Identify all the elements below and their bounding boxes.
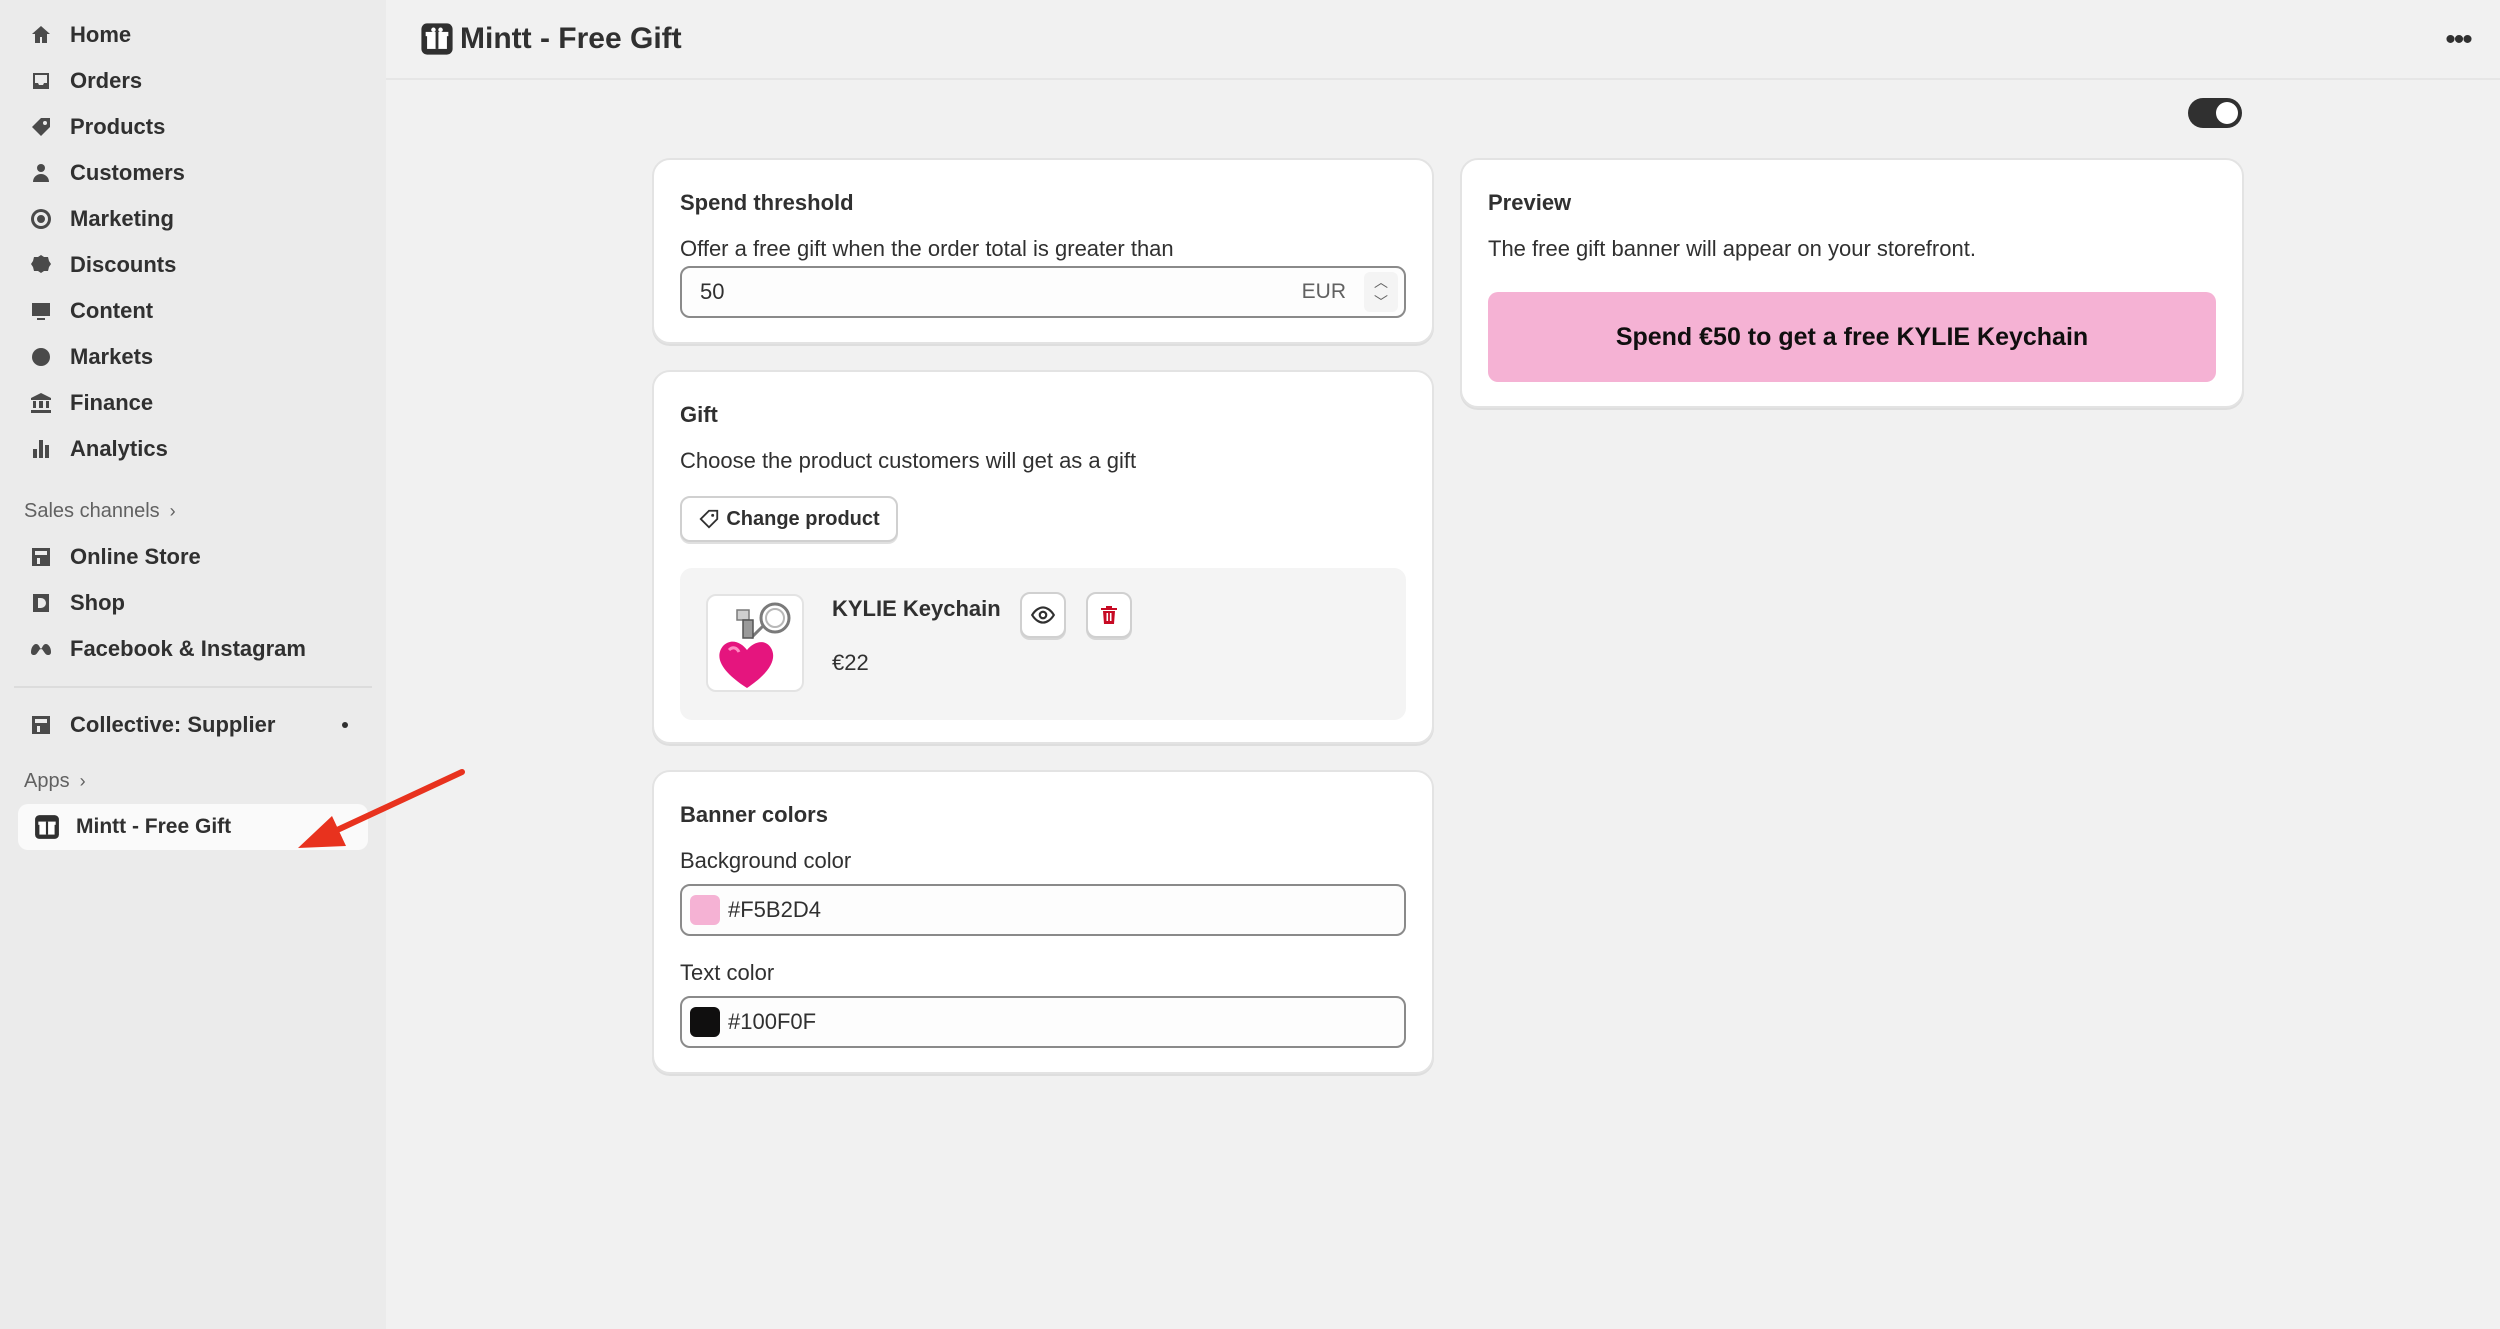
- sidebar-item-shop[interactable]: Shop: [0, 580, 386, 626]
- sidebar-item-label: Facebook & Instagram: [70, 636, 306, 661]
- target-icon: [26, 204, 56, 234]
- sidebar-item-discounts[interactable]: Discounts: [0, 242, 386, 288]
- annotation-arrow-icon: [298, 769, 465, 848]
- gift-app-icon: [32, 812, 62, 842]
- background-color-field[interactable]: #F5B2D4: [680, 884, 1406, 936]
- chevron-right-icon: ›: [169, 500, 176, 521]
- sidebar-item-label: Online Store: [70, 544, 201, 569]
- sidebar-item-facebook-instagram[interactable]: Facebook & Instagram: [0, 626, 386, 672]
- sidebar-item-label: Mintt - Free Gift: [76, 815, 232, 838]
- sidebar-item-label: Marketing: [70, 206, 174, 231]
- threshold-input[interactable]: 50 EUR ︿ ﹀: [680, 266, 1406, 318]
- top-bar: Mintt - Free Gift •••: [386, 0, 2500, 80]
- sales-channels-header[interactable]: Sales channels ›: [0, 488, 386, 534]
- heart-keychain-image: [719, 602, 791, 688]
- sidebar-item-markets[interactable]: Markets: [0, 334, 386, 380]
- globe-icon: [26, 342, 56, 372]
- store-icon: [26, 542, 56, 572]
- inbox-icon: [26, 66, 56, 96]
- background-color-swatch[interactable]: [690, 895, 720, 925]
- selected-gift-product: KYLIE Keychain €22: [680, 568, 1406, 720]
- currency-suffix: EUR: [1301, 280, 1346, 303]
- preview-heading: Preview: [1488, 190, 1572, 215]
- change-product-label: Change product: [726, 507, 880, 530]
- apps-label: Apps: [24, 769, 70, 792]
- text-color-value: #100F0F: [728, 1009, 817, 1034]
- sidebar: Home Orders Products Customers Marketing…: [0, 0, 386, 1329]
- sidebar-divider: [14, 686, 372, 688]
- content-icon: [26, 296, 56, 326]
- view-product-button[interactable]: [1020, 592, 1066, 638]
- sidebar-item-label: Collective: Supplier: [70, 712, 276, 737]
- trash-icon: [1101, 606, 1117, 624]
- person-icon: [26, 158, 56, 188]
- discount-icon: [26, 250, 56, 280]
- sidebar-item-orders[interactable]: Orders: [0, 58, 386, 104]
- chevron-down-icon[interactable]: ﹀: [1374, 292, 1388, 312]
- text-color-field[interactable]: #100F0F: [680, 996, 1406, 1048]
- sidebar-item-label: Content: [70, 298, 154, 323]
- spend-threshold-description: Offer a free gift when the order total i…: [680, 236, 1174, 261]
- sidebar-item-collective-supplier[interactable]: Collective: Supplier: [0, 702, 386, 748]
- sidebar-item-label: Products: [70, 114, 166, 139]
- sidebar-item-home[interactable]: Home: [0, 12, 386, 58]
- sidebar-item-label: Shop: [70, 590, 125, 615]
- banner-text: Spend €50 to get a free KYLIE Keychain: [1615, 322, 2089, 351]
- tag-outline-icon: [699, 509, 719, 529]
- text-color-label: Text color: [680, 960, 775, 985]
- sales-channels-label: Sales channels: [24, 499, 160, 522]
- chevron-up-icon[interactable]: ︿: [1374, 272, 1388, 292]
- gift-description: Choose the product customers will get as…: [680, 448, 1137, 473]
- gift-heading: Gift: [680, 402, 718, 427]
- sidebar-item-label: Orders: [70, 68, 143, 93]
- sidebar-item-customers[interactable]: Customers: [0, 150, 386, 196]
- free-gift-banner-preview: Spend €50 to get a free KYLIE Keychain: [1488, 292, 2216, 382]
- shop-icon: [26, 588, 56, 618]
- spend-threshold-heading: Spend threshold: [680, 190, 854, 215]
- product-name: KYLIE Keychain: [832, 596, 1001, 621]
- quantity-stepper[interactable]: ︿ ﹀: [1364, 272, 1398, 312]
- background-color-value: #F5B2D4: [728, 897, 821, 922]
- sidebar-item-products[interactable]: Products: [0, 104, 386, 150]
- change-product-button[interactable]: Change product: [680, 496, 898, 542]
- product-price: €22: [832, 650, 869, 675]
- sidebar-item-online-store[interactable]: Online Store: [0, 534, 386, 580]
- threshold-value: 50: [700, 279, 725, 304]
- more-actions-icon[interactable]: •••: [2436, 18, 2480, 62]
- sidebar-item-marketing[interactable]: Marketing: [0, 196, 386, 242]
- text-color-swatch[interactable]: [690, 1007, 720, 1037]
- home-icon: [26, 20, 56, 50]
- banner-colors-heading: Banner colors: [680, 802, 828, 827]
- chevron-right-icon: ›: [79, 770, 86, 791]
- sidebar-item-label: Finance: [70, 390, 154, 415]
- preview-card: Preview The free gift banner will appear…: [1460, 158, 2244, 408]
- spend-threshold-card: Spend threshold Offer a free gift when t…: [652, 158, 1434, 344]
- gift-app-icon: [421, 23, 453, 55]
- sidebar-item-analytics[interactable]: Analytics: [0, 426, 386, 472]
- sidebar-item-finance[interactable]: Finance: [0, 380, 386, 426]
- notification-dot: [342, 722, 348, 728]
- sidebar-item-content[interactable]: Content: [0, 288, 386, 334]
- toggle-knob: [2216, 102, 2238, 124]
- banner-colors-card: Banner colors Background color #F5B2D4 T…: [652, 770, 1434, 1074]
- sidebar-item-label: Customers: [70, 160, 185, 185]
- bank-icon: [26, 388, 56, 418]
- app-enable-toggle[interactable]: [2188, 98, 2242, 128]
- sidebar-item-label: Home: [70, 22, 132, 47]
- tag-icon: [26, 112, 56, 142]
- page-title: Mintt - Free Gift: [460, 22, 682, 55]
- delete-product-button[interactable]: [1086, 592, 1132, 638]
- gift-card: Gift Choose the product customers will g…: [652, 370, 1434, 744]
- sidebar-item-label: Markets: [70, 344, 154, 369]
- preview-description: The free gift banner will appear on your…: [1488, 236, 1976, 261]
- background-color-label: Background color: [680, 848, 852, 873]
- store-icon: [26, 710, 56, 740]
- sidebar-item-label: Analytics: [70, 436, 168, 461]
- eye-icon: [1030, 606, 1056, 624]
- product-thumbnail: [706, 594, 804, 692]
- bar-chart-icon: [26, 434, 56, 464]
- sidebar-item-label: Discounts: [70, 252, 177, 277]
- meta-icon: [26, 634, 56, 664]
